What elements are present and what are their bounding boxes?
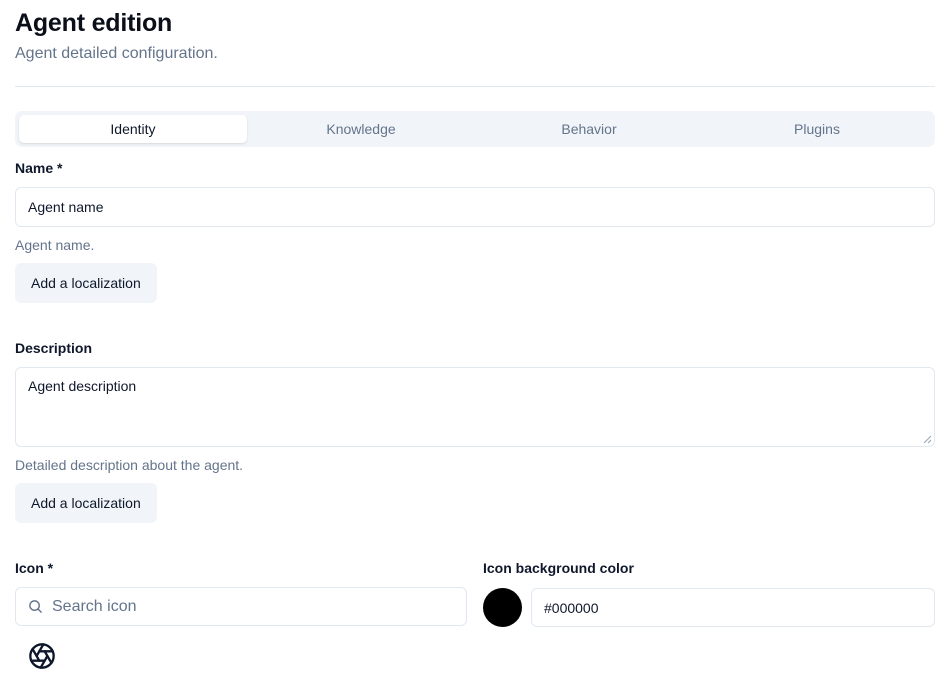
icon-label: Icon *: [15, 560, 54, 576]
icon-background-swatch[interactable]: [483, 588, 522, 627]
icon-search-placeholder: Search icon: [52, 597, 137, 615]
description-value: Agent description: [28, 378, 137, 394]
name-add-localization-button[interactable]: Add a localization: [15, 263, 157, 303]
name-label: Name *: [15, 160, 63, 176]
name-hint: Agent name.: [15, 237, 95, 253]
page-title: Agent edition: [15, 9, 173, 37]
name-input[interactable]: Agent name: [15, 187, 935, 227]
header-divider: [15, 86, 935, 87]
aperture-icon[interactable]: [28, 642, 56, 670]
icon-search-input[interactable]: Search icon: [15, 587, 467, 626]
tab-knowledge[interactable]: Knowledge: [247, 115, 475, 143]
search-icon: [29, 600, 42, 613]
description-add-localization-button[interactable]: Add a localization: [15, 483, 157, 523]
tab-plugins[interactable]: Plugins: [703, 115, 931, 143]
description-hint: Detailed description about the agent.: [15, 457, 244, 473]
description-label: Description: [15, 340, 93, 356]
tab-identity[interactable]: Identity: [19, 115, 247, 143]
description-textarea[interactable]: Agent description: [15, 367, 935, 447]
tab-behavior[interactable]: Behavior: [475, 115, 703, 143]
page-subtitle: Agent detailed configuration.: [15, 45, 218, 62]
icon-background-label: Icon background color: [483, 560, 634, 576]
icon-background-color-input[interactable]: #000000: [531, 588, 935, 627]
resize-handle-icon[interactable]: [923, 435, 932, 444]
tab-list: Identity Knowledge Behavior Plugins: [15, 111, 935, 147]
